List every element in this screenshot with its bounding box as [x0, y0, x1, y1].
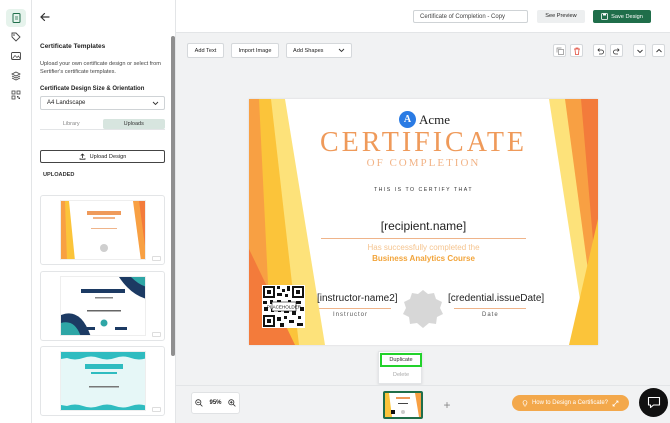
qr-placeholder-text: PLACEHOLDER — [267, 305, 302, 310]
upload-icon — [79, 153, 86, 160]
chevron-down-icon — [152, 101, 159, 108]
page-context-menu: Duplicate Delete — [378, 351, 422, 384]
seal-badge[interactable] — [402, 289, 444, 329]
size-orientation-value: A4 Landscape — [47, 100, 86, 106]
certificate-preview-orange — [60, 200, 146, 260]
instructor-name-field[interactable]: [instructor-name2] — [317, 293, 398, 304]
delete-menu-item[interactable]: Delete — [379, 372, 423, 378]
layers-icon[interactable] — [6, 67, 26, 85]
tag-icon[interactable] — [6, 28, 26, 46]
certificate-preview-navy — [60, 276, 146, 336]
sidebar-description: Upload your own certificate design or se… — [40, 61, 161, 75]
add-text-button[interactable]: Add Text — [187, 43, 224, 58]
uploaded-design-thumbnail[interactable] — [40, 271, 165, 341]
back-arrow-icon[interactable] — [38, 10, 52, 24]
add-shapes-button[interactable]: Add Shapes — [286, 43, 352, 58]
see-preview-button[interactable]: See Preview — [537, 10, 585, 23]
template-source-tabs: Library Uploads — [40, 119, 165, 130]
thumbnail-options-icon[interactable] — [152, 407, 161, 412]
help-guide-button[interactable]: How to Design a Certificate? — [512, 395, 629, 411]
completion-text[interactable]: Has successfully completed the — [249, 243, 598, 252]
trash-icon[interactable] — [570, 44, 583, 57]
certificate-preview-teal — [60, 351, 146, 411]
size-orientation-select[interactable]: A4 Landscape — [40, 96, 165, 110]
date-underline — [454, 308, 526, 309]
expand-icon — [612, 400, 619, 406]
course-name[interactable]: Business Analytics Course — [249, 254, 598, 263]
certificate-canvas[interactable]: A Acme CERTIFICATE OF COMPLETION THIS IS… — [249, 99, 598, 345]
issue-date-field[interactable]: [credential.issueDate] — [448, 293, 544, 304]
templates-icon[interactable] — [6, 9, 26, 27]
certificate-subtitle[interactable]: OF COMPLETION — [249, 157, 598, 169]
lightbulb-icon — [522, 399, 528, 406]
uploaded-heading: UPLOADED — [43, 172, 75, 178]
zoom-in-icon[interactable] — [228, 399, 236, 407]
logo-mark: A — [399, 111, 416, 128]
chat-icon — [647, 396, 660, 409]
copy-icon[interactable] — [553, 44, 566, 57]
save-icon — [601, 13, 609, 20]
sidebar-scrollbar[interactable] — [171, 36, 175, 356]
chevron-down-icon — [338, 48, 345, 53]
chevron-up-icon[interactable] — [652, 44, 665, 57]
date-label[interactable]: Date — [482, 312, 499, 318]
zoom-level: 95% — [209, 400, 222, 406]
icon-rail — [0, 0, 32, 423]
image-icon[interactable] — [6, 47, 26, 65]
tab-library[interactable]: Library — [40, 119, 103, 129]
uploaded-design-thumbnail[interactable] — [40, 346, 165, 416]
instructor-underline — [319, 308, 391, 309]
duplicate-menu-item[interactable]: Duplicate — [380, 353, 422, 367]
zoom-control: 95% — [191, 392, 240, 414]
page-thumbnail[interactable] — [383, 391, 423, 419]
certify-text[interactable]: THIS IS TO CERTIFY THAT — [249, 187, 598, 193]
uploaded-design-thumbnail[interactable] — [40, 195, 165, 265]
qr-code[interactable]: PLACEHOLDER — [262, 285, 305, 328]
chevron-down-icon[interactable] — [633, 44, 646, 57]
zoom-out-icon[interactable] — [195, 399, 203, 407]
save-design-button[interactable]: Save Design — [593, 10, 651, 23]
thumbnail-options-icon[interactable] — [152, 256, 161, 261]
add-shapes-label: Add Shapes — [293, 47, 324, 54]
redo-icon[interactable] — [610, 44, 623, 57]
import-image-button[interactable]: Import Image — [231, 43, 279, 58]
upload-design-label: Upload Design — [89, 153, 127, 160]
qr-code-icon[interactable] — [6, 86, 26, 104]
size-orientation-label: Certificate Design Size & Orientation — [40, 86, 145, 92]
certificate-title[interactable]: CERTIFICATE — [249, 127, 598, 159]
sidebar-title: Certificate Templates — [40, 43, 106, 50]
save-design-label: Save Design — [611, 13, 643, 20]
acme-logo: A Acme — [399, 111, 450, 128]
logo-wordmark: Acme — [419, 111, 451, 127]
undo-icon[interactable] — [593, 44, 606, 57]
thumbnail-options-icon[interactable] — [152, 332, 161, 337]
instructor-label[interactable]: Instructor — [333, 312, 368, 318]
recipient-name-field[interactable]: [recipient.name] — [249, 219, 598, 233]
upload-design-button[interactable]: Upload Design — [40, 150, 165, 163]
design-name-input[interactable]: Certificate of Completion - Copy — [413, 10, 528, 23]
add-page-button[interactable]: + — [430, 391, 464, 419]
help-guide-label: How to Design a Certificate? — [531, 400, 609, 406]
chat-support-button[interactable] — [639, 388, 668, 417]
recipient-underline — [321, 238, 526, 239]
tab-uploads[interactable]: Uploads — [102, 119, 165, 129]
